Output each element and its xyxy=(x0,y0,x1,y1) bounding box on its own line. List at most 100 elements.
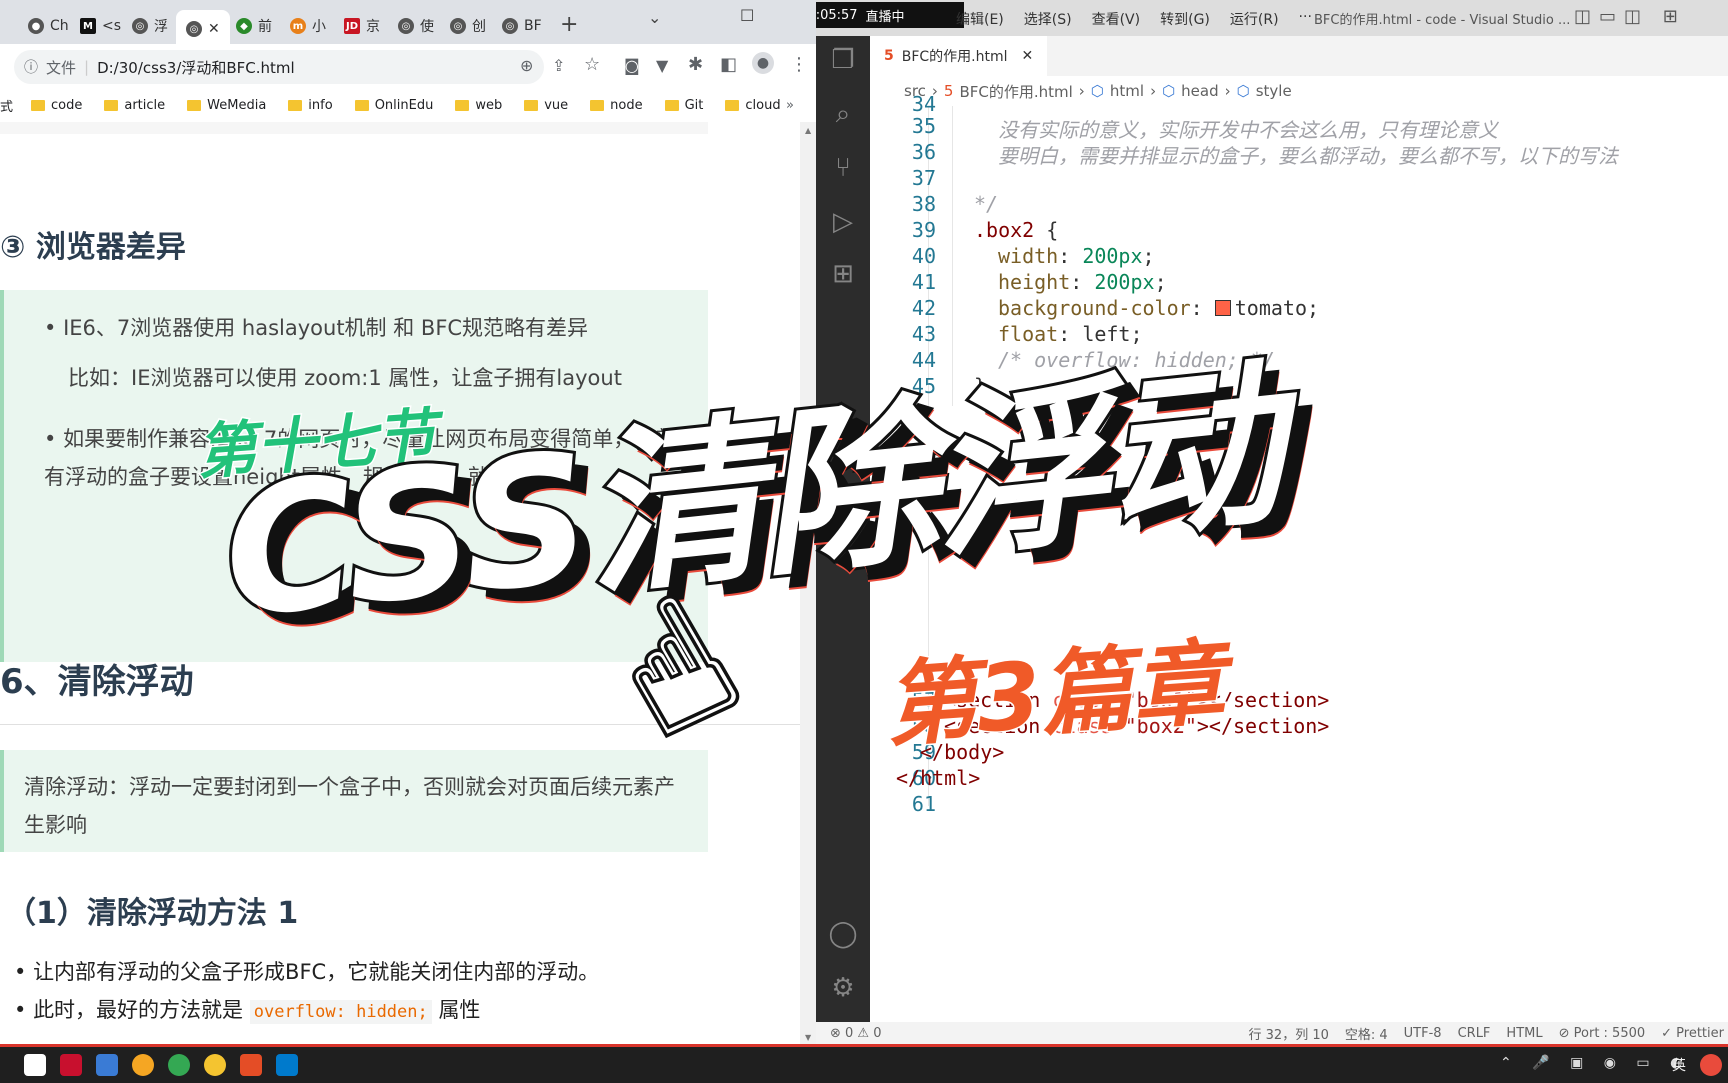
gear-icon[interactable]: ⚙ xyxy=(827,972,859,1004)
tab-label: Ch xyxy=(50,18,69,34)
zoom-icon[interactable]: ⊕ xyxy=(520,56,533,75)
menu-go[interactable]: 转到(G) xyxy=(1160,9,1210,29)
language-mode[interactable]: HTML xyxy=(1506,1026,1542,1041)
close-tab-icon[interactable]: ✕ xyxy=(208,21,220,37)
bookmark-folder[interactable]: node xyxy=(590,98,643,113)
line-number: 39 xyxy=(911,218,936,242)
line-number: 61 xyxy=(911,792,936,816)
browser-tab[interactable]: ◎ 浮 xyxy=(132,10,168,42)
source-control-icon[interactable]: ⑂ xyxy=(827,152,859,184)
app-wps-icon[interactable] xyxy=(60,1054,82,1076)
explorer-icon[interactable]: ❐ xyxy=(827,44,859,76)
bookmark-folder[interactable]: cloud xyxy=(725,98,781,113)
app-circle-icon[interactable] xyxy=(204,1054,226,1076)
app-feishu-icon[interactable] xyxy=(96,1054,118,1076)
app-chrome-icon[interactable] xyxy=(168,1054,190,1076)
menu-edit[interactable]: 编辑(E) xyxy=(956,9,1004,29)
live-server[interactable]: ⊘ Port : 5500 xyxy=(1559,1026,1646,1041)
scroll-up-icon[interactable]: ▲ xyxy=(805,126,811,135)
maximize-icon[interactable]: ☐ xyxy=(740,6,754,25)
section-heading: 6、清除浮动 xyxy=(0,662,194,702)
breadcrumb-item[interactable]: head xyxy=(1181,82,1218,100)
note-box: 清除浮动：浮动一定要封闭到一个盒子中，否则就会对页面后续元素产生影响 xyxy=(0,750,708,852)
bookmark-folder[interactable]: OnlinEdu xyxy=(354,97,434,113)
profile-avatar-icon[interactable]: ● xyxy=(752,52,774,74)
ime-indicator[interactable]: 英 xyxy=(1672,1055,1686,1075)
browser-tab[interactable]: ◎ 创 xyxy=(450,10,486,42)
browser-tab[interactable]: ◎ 使 xyxy=(398,10,434,42)
bookmark-folder[interactable]: web xyxy=(455,98,502,113)
layout-toggle-icons[interactable]: ◫▭◫ ⊞ xyxy=(1574,6,1686,27)
notification-icon[interactable] xyxy=(1700,1054,1722,1076)
extensions-icon[interactable]: ⊞ xyxy=(827,258,859,290)
sidepanel-icon[interactable]: ◧ xyxy=(720,54,737,75)
semicolon: ; xyxy=(1307,296,1320,320)
globe-icon: ◎ xyxy=(502,18,518,34)
share-icon[interactable]: ⇪ xyxy=(552,56,565,75)
bookmark-folder[interactable]: Git xyxy=(664,98,703,113)
address-bar[interactable]: ⓘ 文件 | D:/30/css3/浮动和BFC.html xyxy=(14,50,544,84)
prettier[interactable]: ✓ Prettier xyxy=(1661,1026,1724,1041)
status-bar: ⊗ 0 ⚠ 0 行 32，列 10 空格: 4 UTF-8 CRLF HTML … xyxy=(816,1022,1728,1044)
search-icon[interactable]: ⌕ xyxy=(827,98,859,130)
menu-bar: 编辑(E) 选择(S) 查看(V) 转到(G) 运行(R) ··· xyxy=(956,9,1312,29)
camera-icon[interactable]: ◙ xyxy=(624,56,640,75)
bookmark-folder[interactable]: WeMedia xyxy=(187,98,266,113)
star-icon[interactable]: ☆ xyxy=(584,54,600,75)
bookmark-label: info xyxy=(308,97,333,113)
menu-run[interactable]: 运行(R) xyxy=(1230,9,1279,29)
breadcrumb-item[interactable]: html xyxy=(1110,82,1144,100)
browser-tab[interactable]: ◆ 前 xyxy=(236,10,272,42)
browser-tab[interactable]: ◎ BF xyxy=(502,10,542,42)
bookmark-folder[interactable]: code xyxy=(31,98,82,113)
extensions-icon[interactable]: ✱ xyxy=(688,54,703,75)
recording-label: 直播中 xyxy=(865,9,905,25)
folder-icon xyxy=(288,99,303,111)
browser-tab[interactable]: M <s xyxy=(80,10,121,42)
browser-tab[interactable]: JD 京 xyxy=(344,10,380,42)
tab-label: BFC的作用.html xyxy=(901,49,1008,65)
more-bookmarks-icon[interactable]: » xyxy=(786,98,794,113)
new-tab-icon[interactable]: + xyxy=(560,12,578,37)
code-line: .box2 { xyxy=(974,218,1058,242)
tray-icons[interactable]: ⌃ 🎤 ▣ ◉ ▭ ◐ ♪ xyxy=(1500,1055,1720,1071)
title-bar: ▮ 04:05:57 直播中 编辑(E) 选择(S) 查看(V) 转到(G) 运… xyxy=(816,0,1728,36)
menu-selection[interactable]: 选择(S) xyxy=(1024,9,1072,29)
browser-tab[interactable]: ● Ch xyxy=(28,10,69,42)
subsection-heading: （1）清除浮动方法 1 xyxy=(6,896,299,931)
line-ending[interactable]: CRLF xyxy=(1458,1026,1491,1041)
encoding[interactable]: UTF-8 xyxy=(1404,1026,1442,1041)
browser-tab-strip: ●Ch M<s ◎浮 ◎BF✕ ◆前 m小 JD京 ◎使 ◎创 ◎BF + ⌄ … xyxy=(0,0,816,48)
breadcrumb-item[interactable]: BFC的作用.html xyxy=(959,81,1072,102)
menu-dots-icon[interactable]: ⋮ xyxy=(790,54,808,75)
close-icon[interactable]: ✕ xyxy=(1022,48,1034,64)
funnel-icon[interactable]: ▼ xyxy=(656,56,668,75)
run-debug-icon[interactable]: ▷ xyxy=(827,206,859,238)
globe-icon: ◎ xyxy=(132,18,148,34)
menu-view[interactable]: 查看(V) xyxy=(1092,9,1141,29)
account-icon[interactable]: ◯ xyxy=(827,918,859,950)
app-record-icon[interactable] xyxy=(132,1054,154,1076)
problems-count[interactable]: ⊗ 0 ⚠ 0 xyxy=(830,1026,882,1041)
cursor-position[interactable]: 行 32，列 10 xyxy=(1249,1024,1329,1043)
app-typora-icon[interactable] xyxy=(24,1054,46,1076)
indentation[interactable]: 空格: 4 xyxy=(1345,1024,1388,1043)
no-entry-icon: ⊘ xyxy=(1558,1025,1574,1041)
chevron-right-icon: › xyxy=(1150,82,1157,100)
globe-icon: ◎ xyxy=(398,18,414,34)
bookmark-folder[interactable]: info xyxy=(288,97,333,113)
bookmark-folder[interactable]: vue xyxy=(524,98,568,113)
browser-tab[interactable]: m小 xyxy=(290,10,326,42)
tab-bfc-html[interactable]: 5 BFC的作用.html ✕ xyxy=(870,36,1048,76)
menu-more[interactable]: ··· xyxy=(1299,9,1312,29)
browser-tab-active[interactable]: ◎BF✕ xyxy=(176,10,230,48)
scroll-down-icon[interactable]: ▼ xyxy=(805,1033,811,1042)
bookmark-folder[interactable]: article xyxy=(104,98,165,113)
app-vscode-icon[interactable] xyxy=(276,1054,298,1076)
breadcrumb: src › 5 BFC的作用.html › ⬡ html › ⬡ head › ⬡ style xyxy=(870,76,1728,106)
chevron-down-icon[interactable]: ⌄ xyxy=(648,8,661,27)
breadcrumb-item[interactable]: style xyxy=(1256,82,1292,100)
app-folder-icon[interactable] xyxy=(240,1054,262,1076)
bookmark-label: OnlinEdu xyxy=(374,97,434,113)
line-number: 40 xyxy=(911,244,936,268)
